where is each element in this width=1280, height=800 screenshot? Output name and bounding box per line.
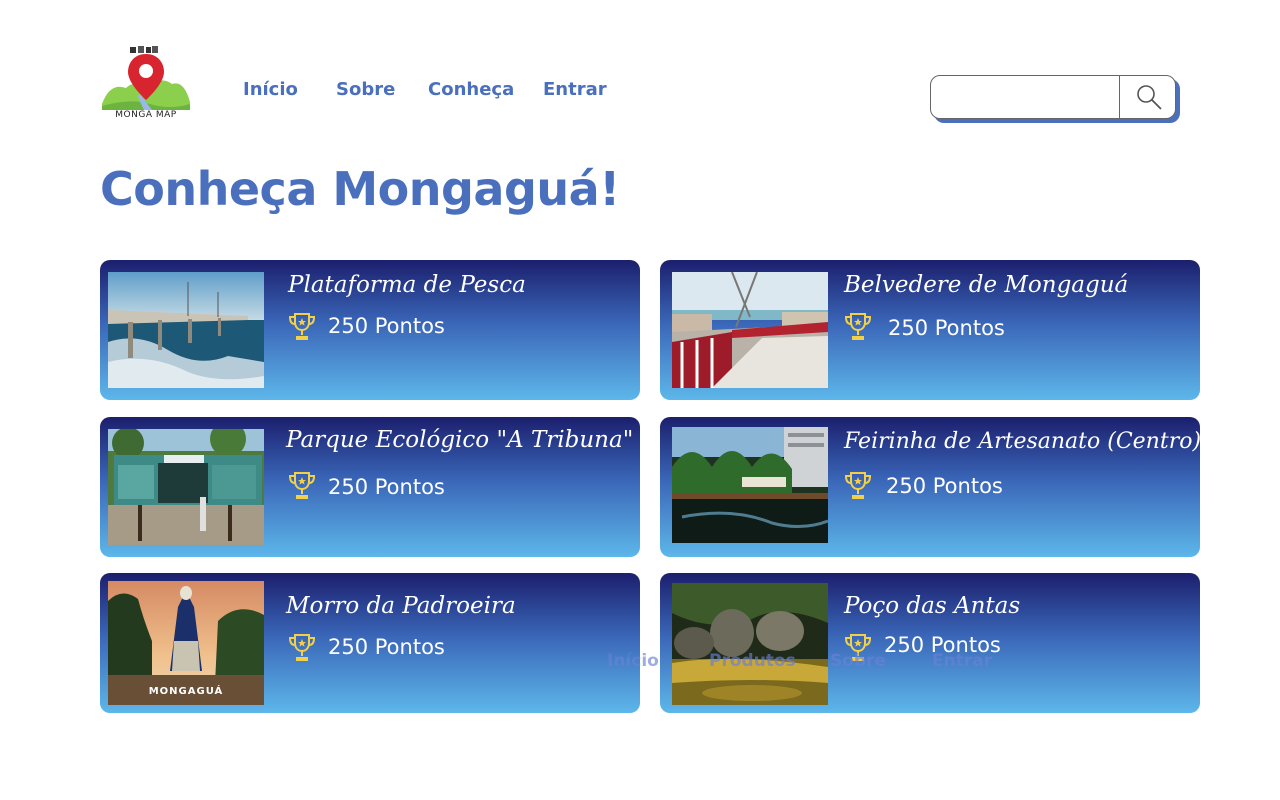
card-title: Plataforma de Pesca bbox=[288, 272, 526, 298]
card-belvedere-de-mongagua[interactable]: Belvedere de Mongaguá 250 Pontos bbox=[660, 260, 1200, 400]
card-parque-ecologico[interactable]: Parque Ecológico "A Tribuna" 250 Pontos bbox=[100, 417, 640, 557]
parque-photo bbox=[108, 429, 264, 545]
page-title: Conheça Mongaguá! bbox=[100, 162, 620, 216]
belvedere-photo bbox=[672, 272, 828, 388]
card-points: 250 Pontos bbox=[328, 314, 445, 338]
card-title: Poço das Antas bbox=[844, 593, 1021, 619]
feirinha-photo bbox=[672, 427, 828, 543]
overlay-nav-sobre[interactable]: Sobre bbox=[830, 651, 886, 671]
card-title: Belvedere de Mongaguá bbox=[844, 272, 1129, 298]
card-morro-da-padroeira[interactable]: MONGAGUÁ Morro da Padroeira 250 Pontos bbox=[100, 573, 640, 713]
search-input[interactable] bbox=[937, 80, 1115, 114]
nav-inicio[interactable]: Início bbox=[243, 79, 298, 100]
search-bar bbox=[930, 75, 1180, 123]
search-icon bbox=[1136, 85, 1162, 110]
card-points: 250 Pontos bbox=[328, 475, 445, 499]
nav-sobre[interactable]: Sobre bbox=[336, 79, 395, 100]
trophy-icon bbox=[288, 634, 316, 661]
logo-text: MONGA MAP bbox=[115, 110, 177, 120]
card-points: 250 Pontos bbox=[888, 316, 1005, 340]
overlay-nav-produtos[interactable]: Produtos bbox=[709, 651, 796, 671]
trophy-icon bbox=[844, 313, 872, 340]
card-plataforma-de-pesca[interactable]: Plataforma de Pesca 250 Pontos bbox=[100, 260, 640, 400]
nav-conheca[interactable]: Conheça bbox=[428, 79, 514, 100]
overlay-nav-entrar[interactable]: Entrar bbox=[932, 651, 992, 671]
card-title: Parque Ecológico "A Tribuna" bbox=[286, 427, 634, 453]
overlay-nav-inicio[interactable]: Início bbox=[607, 651, 659, 671]
card-feirinha-de-artesanato[interactable]: Feirinha de Artesanato (Centro) 250 Pont… bbox=[660, 417, 1200, 557]
card-points: 250 Pontos bbox=[886, 474, 1003, 498]
card-title: Feirinha de Artesanato (Centro) bbox=[844, 429, 1200, 454]
card-points: 250 Pontos bbox=[328, 635, 445, 659]
trophy-icon bbox=[288, 313, 316, 340]
card-title: Morro da Padroeira bbox=[286, 593, 516, 619]
card-poco-das-antas[interactable]: Poço das Antas 250 Pontos bbox=[660, 573, 1200, 713]
trophy-icon bbox=[844, 472, 872, 499]
search-box bbox=[930, 75, 1176, 119]
map-pin-logo-icon bbox=[102, 46, 190, 110]
pier-photo bbox=[108, 272, 264, 388]
poco-photo bbox=[672, 583, 828, 705]
nav-entrar[interactable]: Entrar bbox=[543, 79, 607, 100]
trophy-icon bbox=[288, 472, 316, 499]
logo[interactable]: MONGA MAP bbox=[100, 44, 192, 126]
search-button[interactable] bbox=[1119, 76, 1175, 118]
image-caption: MONGAGUÁ bbox=[148, 686, 224, 697]
